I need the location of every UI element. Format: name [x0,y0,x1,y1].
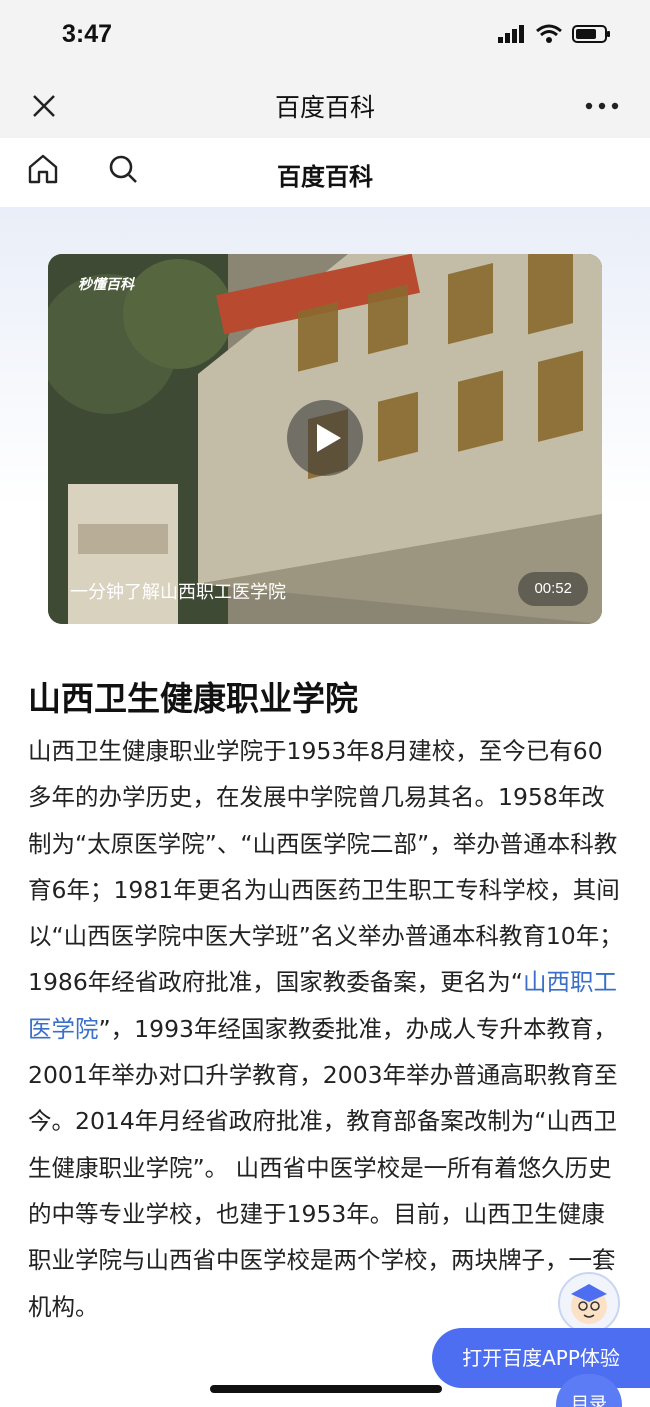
video-watermark: 秒懂百科 [78,277,134,293]
mascot-avatar[interactable] [558,1272,620,1334]
open-app-button[interactable]: 打开百度APP体验 [432,1328,650,1388]
article-text-1: 山西卫生健康职业学院于1953年8月建校，至今已有60多年的办学历史，在发展中学… [28,737,623,997]
more-icon[interactable] [582,90,622,122]
status-icons [498,24,612,44]
site-title: 百度百科 [277,163,373,191]
play-button[interactable] [287,400,363,476]
video-duration: 00:52 [518,572,588,606]
article-text-2: ”，1993年经国家教委批准，办成人专升本教育，2001年举办对口升学教育，20… [28,1014,618,1321]
play-icon [317,424,341,452]
article-title: 山西卫生健康职业学院 [28,679,358,718]
status-time: 3:47 [62,20,113,48]
video-caption: 一分钟了解山西职工医学院 [70,582,286,603]
article-body: 山西卫生健康职业学院于1953年8月建校，至今已有60多年的办学历史，在发展中学… [28,728,624,1330]
site-header: 百度百科 [0,138,650,208]
battery-icon [572,25,610,43]
status-bar: 3:47 [0,0,650,72]
wifi-icon [536,24,562,43]
nav-bar: 百度百科 [0,72,650,138]
signal-icon [498,25,524,43]
mascot-icon [571,1284,607,1324]
video-player[interactable]: 秒懂百科 一分钟了解山西职工医学院 00:52 [48,254,602,624]
home-indicator [210,1385,442,1393]
content-area: 秒懂百科 一分钟了解山西职工医学院 00:52 山西卫生健康职业学院 山西卫生健… [0,208,650,1407]
nav-title: 百度百科 [274,93,375,122]
